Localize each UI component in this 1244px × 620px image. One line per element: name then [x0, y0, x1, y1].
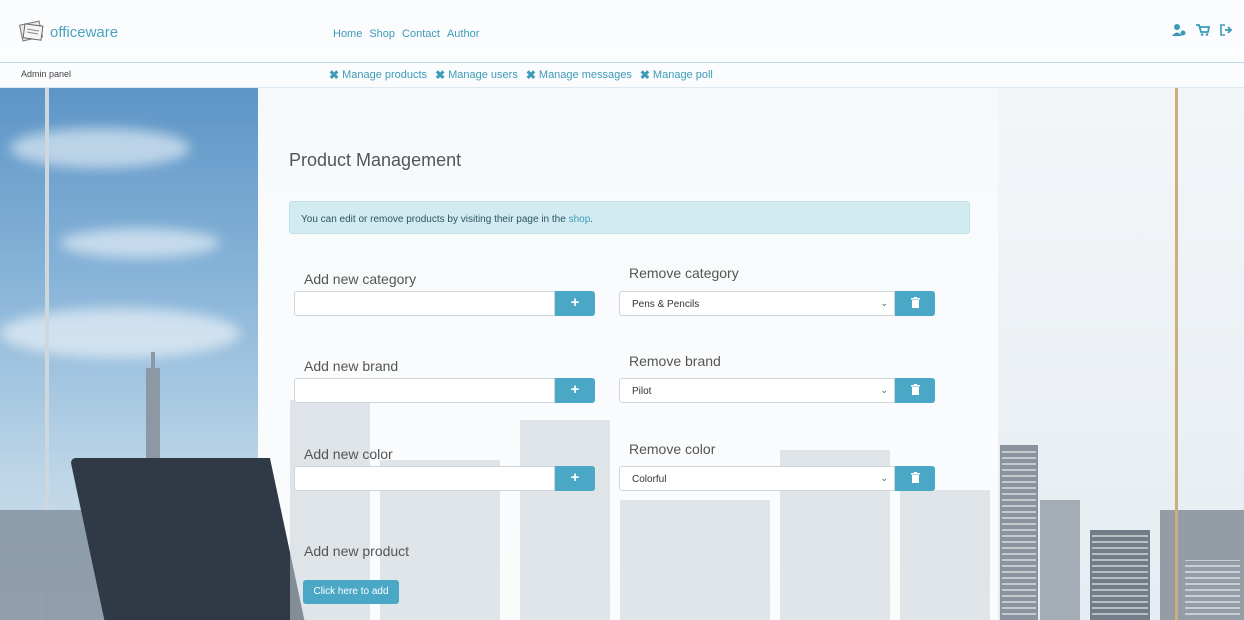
admin-subbar: Admin panel ✖ Manage products ✖ Manage use…: [0, 63, 1244, 87]
trash-icon: [910, 384, 920, 395]
chevron-down-icon: ⌄: [880, 385, 888, 395]
remove-color-label: Remove color: [629, 441, 716, 457]
brand-input[interactable]: [294, 378, 555, 403]
top-navbar: officeware Home Shop Contact Author: [0, 0, 1244, 63]
chevron-down-icon: ⌄: [880, 298, 888, 308]
add-color-label: Add new color: [304, 446, 393, 462]
category-input[interactable]: [294, 291, 555, 316]
color-selected: Colorful: [632, 474, 667, 485]
manage-users-link[interactable]: ✖ Manage users: [435, 68, 518, 82]
chevron-down-icon: ⌄: [880, 473, 888, 483]
alert-text: You can edit or remove products by visit…: [301, 214, 569, 225]
logo-icon: [18, 20, 44, 42]
tools-icon: ✖: [525, 68, 536, 82]
color-select[interactable]: Colorful ⌄: [619, 466, 895, 491]
category-select[interactable]: Pens & Pencils ⌄: [619, 291, 895, 316]
remove-brand-label: Remove brand: [629, 353, 721, 369]
admin-nav: ✖ Manage products ✖ Manage users ✖ Manage m…: [329, 68, 713, 82]
add-product-button[interactable]: Click here to add: [303, 580, 399, 604]
tools-icon: ✖: [639, 68, 650, 82]
remove-category-button[interactable]: [895, 291, 935, 316]
logout-icon[interactable]: [1220, 24, 1234, 39]
remove-brand-button[interactable]: [895, 378, 935, 403]
nav-icons: [1172, 24, 1234, 39]
remove-color-button[interactable]: [895, 466, 935, 491]
add-category-button[interactable]: +: [555, 291, 595, 316]
cart-icon[interactable]: [1196, 24, 1211, 39]
add-brand-button[interactable]: +: [555, 378, 595, 403]
brand[interactable]: officeware: [18, 20, 118, 44]
manage-poll-link[interactable]: ✖ Manage poll: [640, 68, 713, 82]
user-admin-icon[interactable]: [1172, 24, 1186, 39]
category-selected: Pens & Pencils: [632, 299, 700, 310]
admin-panel-label: Admin panel: [21, 69, 72, 79]
color-input[interactable]: [294, 466, 555, 491]
add-brand-label: Add new brand: [304, 358, 399, 374]
manage-products-link[interactable]: ✖ Manage products: [329, 68, 427, 82]
manage-messages-label: Manage messages: [538, 69, 632, 81]
brand-selected: Pilot: [632, 386, 652, 397]
add-product-label: Add new product: [304, 543, 410, 559]
manage-poll-label: Manage poll: [652, 69, 713, 81]
nav-shop-link[interactable]: Shop: [369, 28, 395, 40]
manage-users-label: Manage users: [448, 69, 518, 81]
alert-shop-link[interactable]: shop: [569, 214, 591, 225]
page-title: Product Management: [289, 150, 462, 170]
brand-name: officeware: [50, 23, 119, 41]
add-color-button[interactable]: +: [555, 466, 595, 491]
nav-author-link[interactable]: Author: [447, 28, 479, 40]
nav-contact-link[interactable]: Contact: [402, 28, 440, 40]
tools-icon: ✖: [435, 68, 446, 82]
tools-icon: ✖: [329, 68, 340, 82]
nav-home-link[interactable]: Home: [333, 28, 362, 40]
add-category-label: Add new category: [304, 271, 417, 287]
trash-icon: [910, 297, 920, 308]
trash-icon: [910, 472, 920, 483]
remove-category-label: Remove category: [629, 265, 739, 281]
manage-messages-link[interactable]: ✖ Manage messages: [526, 68, 632, 82]
brand-select[interactable]: Pilot ⌄: [619, 378, 895, 403]
manage-products-label: Manage products: [342, 69, 428, 81]
info-alert: You can edit or remove products by visit…: [289, 201, 970, 234]
main-nav: Home Shop Contact Author: [333, 28, 479, 40]
alert-suffix: .: [590, 214, 594, 225]
